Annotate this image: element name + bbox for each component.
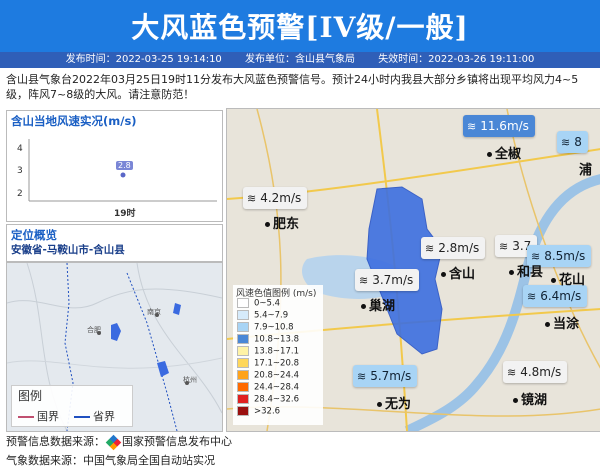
wind-icon: ≋ xyxy=(247,192,257,205)
legend-province-border: 省界 xyxy=(74,408,115,424)
legend-row-0: 0~5.4 xyxy=(237,298,280,309)
city-dangtu: 当涂 xyxy=(545,313,579,332)
wind-icon: ≋ xyxy=(425,242,435,255)
wind-icon: ≋ xyxy=(357,370,367,383)
city-huashan: 花山 xyxy=(551,269,585,288)
wind-label-hefei[interactable]: ≋ 4.2m/s xyxy=(243,187,308,209)
wind-icon: ≋ xyxy=(561,136,571,149)
wind-label-hanshan[interactable]: ≋ 2.8m/s xyxy=(421,237,486,259)
wind-label-quanjiao[interactable]: ≋ 11.6m/s xyxy=(463,115,535,137)
warning-description: 含山县气象台2022年03月25日19时11分发布大风蓝色预警信号。预计24小时… xyxy=(6,73,579,101)
city-chaohu: 巢湖 xyxy=(361,295,395,314)
warning-title: 大风蓝色预警[IV级/一般] xyxy=(131,11,469,44)
x-tick-label: 19时 xyxy=(114,209,136,219)
wind-icon: ≋ xyxy=(467,120,477,133)
city-pu: 浦 xyxy=(579,163,593,178)
city-quanjiao: 全椒 xyxy=(487,143,521,162)
warning-meta-bar: 发布时间：2022-03-25 19:14:10 发布单位：含山县气象局 失效时… xyxy=(0,52,600,68)
weather-source-line: 气象数据来源：中国气象局全国自动站实况 xyxy=(6,454,215,467)
national-border-line-icon xyxy=(18,416,34,418)
warning-source-name: 国家预警信息发布中心 xyxy=(122,435,232,448)
province-border-line-icon xyxy=(74,416,90,418)
wind-label-wuwei[interactable]: ≋ 5.7m/s xyxy=(353,365,418,387)
publisher: 发布单位：含山县气象局 xyxy=(245,54,355,65)
legend-row-9: >32.6 xyxy=(237,406,280,417)
city-wuwei: 无为 xyxy=(377,393,411,412)
expire-time: 失效时间：2022-03-26 19:11:00 xyxy=(378,54,535,65)
city-jinghu: 镜湖 xyxy=(513,389,547,408)
wind-label-chaohu[interactable]: ≋ 3.7m/s xyxy=(355,269,420,291)
main-wind-map[interactable]: 风速色值图例 (m/s) 0~5.4 5.4~7.9 7.9~10.8 10.8… xyxy=(226,108,600,432)
location-path: 安徽省-马鞍山市-含山县 xyxy=(11,244,125,256)
wind-icon: ≋ xyxy=(499,240,509,253)
wind-label-pukou[interactable]: ≋ 8 xyxy=(557,131,588,153)
map-legend: 图例 国界 省界 xyxy=(11,385,133,427)
wind-speed-panel: 含山当地风速实况(m/s) 4 3 2 2.8 19时 xyxy=(6,110,223,222)
legend-national-border: 国界 xyxy=(18,408,59,424)
y-tick-label: 4 xyxy=(17,144,23,154)
warning-center-logo-icon xyxy=(105,434,122,450)
wind-speed-chart xyxy=(28,139,217,202)
wind-icon: ≋ xyxy=(507,366,517,379)
wind-icon: ≋ xyxy=(359,274,369,287)
data-label: 2.8 xyxy=(116,161,133,170)
legend-row-4: 13.8~17.1 xyxy=(237,346,299,357)
city-label: 南京 xyxy=(147,308,161,316)
location-title: 定位概览 xyxy=(11,228,57,242)
city-label: 杭州 xyxy=(183,376,197,384)
city-feidong: 肥东 xyxy=(265,213,299,232)
legend-row-8: 28.4~32.6 xyxy=(237,394,299,405)
warning-source-line: 预警信息数据来源： 国家预警信息发布中心 xyxy=(6,434,232,450)
legend-row-3: 10.8~13.8 xyxy=(237,334,299,345)
legend-row-2: 7.9~10.8 xyxy=(237,322,294,333)
location-panel: 定位概览 安徽省-马鞍山市-含山县 xyxy=(6,224,223,262)
city-hexian: 和县 xyxy=(509,261,543,280)
wind-label-huashan[interactable]: ≋ 6.4m/s xyxy=(523,285,588,307)
city-hanshan: 含山 xyxy=(441,263,475,282)
wind-icon: ≋ xyxy=(527,290,537,303)
legend-row-7: 24.4~28.4 xyxy=(237,382,299,393)
overview-map[interactable]: 合肥 南京 杭州 图例 国界 省界 xyxy=(6,262,223,432)
legend-title: 图例 xyxy=(18,389,43,403)
y-tick-label: 2 xyxy=(17,189,23,199)
legend-row-5: 17.1~20.8 xyxy=(237,358,299,369)
warning-banner: 大风蓝色预警[IV级/一般] xyxy=(0,0,600,52)
y-tick-label: 3 xyxy=(17,166,23,176)
wind-speed-point[interactable] xyxy=(120,172,126,178)
wind-label-jinghu[interactable]: ≋ 4.8m/s xyxy=(503,361,568,383)
publish-time: 发布时间：2022-03-25 19:14:10 xyxy=(65,54,222,65)
city-label: 合肥 xyxy=(87,326,101,334)
legend-row-6: 20.8~24.4 xyxy=(237,370,299,381)
legend-row-1: 5.4~7.9 xyxy=(237,310,288,321)
wind-speed-color-legend: 风速色值图例 (m/s) 0~5.4 5.4~7.9 7.9~10.8 10.8… xyxy=(233,285,323,425)
